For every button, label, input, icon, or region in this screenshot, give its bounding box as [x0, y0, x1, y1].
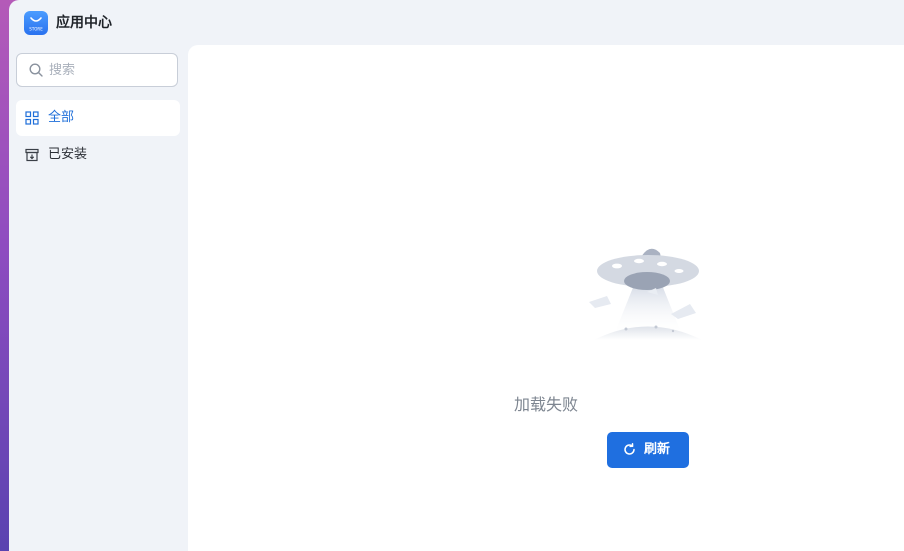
- ufo-illustration: [589, 248, 702, 340]
- app-icon-text: STORE: [29, 27, 43, 32]
- refresh-button-label: 刷新: [644, 442, 671, 457]
- sidebar-item-installed[interactable]: 已安装: [16, 137, 180, 173]
- load-failed-message: 加载失败: [513, 395, 578, 414]
- titlebar: STORE 应用中心: [9, 0, 904, 45]
- sidebar-item-all[interactable]: 全部: [16, 100, 180, 136]
- installed-box-icon: [25, 148, 39, 162]
- refresh-button[interactable]: 刷新: [607, 432, 689, 468]
- app-store-icon: STORE: [24, 11, 48, 35]
- sidebar-item-label: 已安装: [48, 147, 88, 162]
- search-placeholder: 搜索: [49, 63, 76, 78]
- sidebar: 搜索 全部 已安装: [9, 45, 188, 551]
- app-title: 应用中心: [56, 15, 112, 31]
- search-input[interactable]: 搜索: [16, 53, 178, 87]
- main-content: 加载失败 刷新: [188, 45, 904, 551]
- app-window: STORE 应用中心 搜索 全部 已安装 加载失败 刷新: [9, 0, 904, 551]
- refresh-icon: [624, 443, 635, 455]
- grid-icon: [25, 111, 39, 125]
- sidebar-item-label: 全部: [48, 110, 75, 125]
- search-icon: [29, 63, 43, 77]
